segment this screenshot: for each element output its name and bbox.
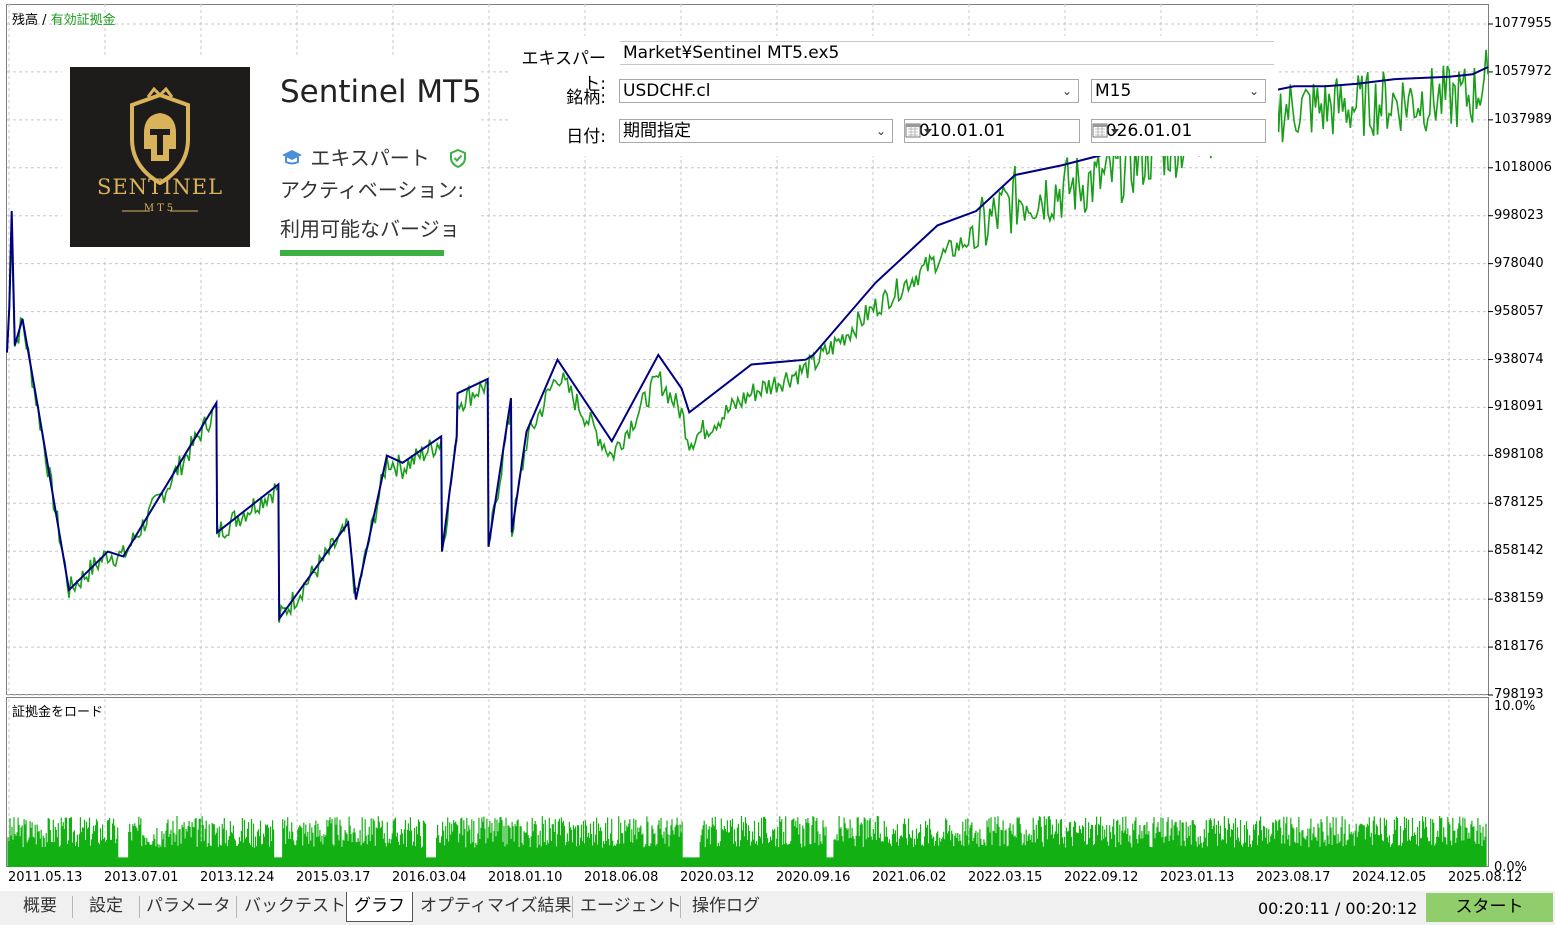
chevron-down-icon: ⌄ [875,124,886,138]
chevron-down-icon: ⌄ [1248,84,1259,98]
logo-submark: MT5 [143,203,177,214]
tab-backtest[interactable]: バックテスト [244,892,346,922]
legend-separator: / [38,13,51,28]
timeframe-select[interactable]: M15 ⌄ [1091,79,1266,103]
tab-separator [572,896,573,918]
product-type-row: エキスパート [280,142,468,171]
start-button[interactable]: スタート [1426,893,1553,922]
y-tick-label: 818176 [1494,639,1544,655]
tab-separator [236,896,237,918]
y-tick-label: 1018006 [1494,159,1552,175]
date-mode-select[interactable]: 期間指定 ⌄ [619,119,893,143]
y-tick-label: 998023 [1494,207,1544,223]
y-tick-label: 1037989 [1494,111,1552,127]
tab-graph[interactable]: グラフ [346,892,413,922]
x-tick-label: 2020.09.16 [776,870,851,885]
y-tick-label: 978040 [1494,255,1544,271]
x-tick-label: 2022.03.15 [968,870,1043,885]
x-tick-label: 2023.08.17 [1256,870,1331,885]
x-tick-label: 2015.03.17 [296,870,371,885]
product-title: Sentinel MT5 [280,74,482,110]
tab-separator [139,896,140,918]
expert-path-field[interactable]: Market¥Sentinel MT5.ex5 [620,41,1274,65]
elapsed-timer: 00:20:11 / 00:20:12 [1258,899,1418,918]
x-tick-label: 2013.12.24 [200,870,275,885]
date-mode-value: 期間指定 [623,121,691,141]
product-logo: SENTINEL MT5 [70,67,250,247]
x-tick-label: 2022.09.12 [1064,870,1139,885]
logo-wordmark: SENTINEL [96,175,224,199]
x-tick-label: 2021.06.02 [872,870,947,885]
tab-optimization-results[interactable]: オプティマイズ結果 [420,892,571,922]
tab-separator [680,896,681,918]
timeframe-value: M15 [1095,81,1132,101]
chart-legend: 残高 / 有効証拠金 [12,9,116,28]
x-tick-label: 2020.03.12 [680,870,755,885]
y-tick-label: 878125 [1494,495,1544,511]
tab-journal[interactable]: 操作ログ [688,892,764,922]
tab-settings[interactable]: 設定 [80,892,132,922]
margin-y-tick-label: 10.0% [1494,699,1536,714]
margin-legend: 証拠金をロード [12,705,104,720]
y-tick-label: 1077955 [1494,16,1552,31]
x-tick-label: 2018.01.10 [488,870,563,885]
date-label: 日付: [566,127,606,147]
calendar-icon[interactable] [905,123,935,139]
x-tick-label: 2016.03.04 [392,870,467,885]
versions-label: 利用可能なバージョ [280,217,460,241]
y-tick-label: 838159 [1494,591,1544,607]
chevron-down-icon: ⌄ [1061,84,1072,98]
x-tick-label: 2013.07.01 [104,870,179,885]
margin-load-bars [7,816,1487,867]
date-to-field[interactable]: 2026.01.01 [1091,119,1266,143]
verified-shield-icon [450,148,467,168]
tab-separator [72,896,73,918]
product-type-label: エキスパート [310,146,430,170]
y-tick-label: 858142 [1494,543,1544,559]
tab-agents[interactable]: エージェント [580,892,682,922]
x-tick-label: 2011.05.13 [8,870,83,885]
x-tick-label: 2023.01.13 [1160,870,1235,885]
legend-balance: 残高 [12,13,39,28]
tab-overview[interactable]: 概要 [12,892,68,922]
y-tick-label: 898108 [1494,447,1544,463]
x-tick-label: 2025.08.12 [1448,870,1523,885]
tab-parameters[interactable]: パラメータ [146,892,231,922]
symbol-select[interactable]: USDCHF.cl ⌄ [619,79,1079,103]
date-from-field[interactable]: 2010.01.01 [904,119,1080,143]
shield-helmet-icon [122,86,198,212]
y-tick-label: 938074 [1494,351,1544,367]
graduation-cap-icon [282,150,302,165]
activation-label: アクティベーション: [280,178,465,202]
x-tick-label: 2018.06.08 [584,870,659,885]
legend-equity: 有効証拠金 [50,13,116,28]
symbol-label: 銘柄: [566,88,606,108]
product-accent-bar [280,250,444,256]
y-tick-label: 918091 [1494,399,1544,415]
y-tick-label: 1057972 [1494,63,1552,79]
y-tick-label: 958057 [1494,303,1544,319]
calendar-icon[interactable] [1092,123,1122,139]
x-tick-label: 2024.12.05 [1352,870,1427,885]
symbol-value: USDCHF.cl [623,81,711,101]
